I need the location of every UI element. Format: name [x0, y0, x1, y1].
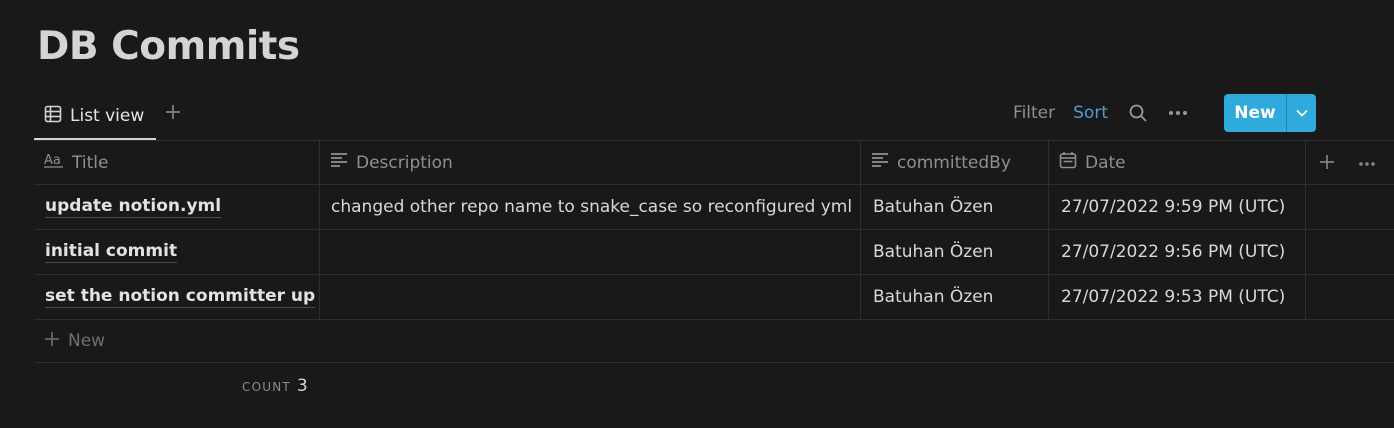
column-header-description[interactable]: Description [320, 141, 861, 184]
table-header: Aa Title Description committedBy Date [34, 140, 1394, 185]
cell-committedby[interactable]: Batuhan Özen [861, 230, 1049, 274]
cell-title[interactable]: set the notion committer up [34, 275, 320, 319]
more-options-icon[interactable] [1166, 101, 1190, 125]
add-row-button[interactable]: New [34, 320, 1394, 363]
more-options-icon[interactable] [1358, 141, 1376, 186]
table-icon [44, 105, 62, 128]
text-lines-icon [871, 152, 889, 173]
column-label: Title [72, 152, 109, 173]
cell-title[interactable]: initial commit [34, 230, 320, 274]
cell-description[interactable]: changed other repo name to snake_case so… [320, 185, 861, 229]
sort-button[interactable]: Sort [1073, 103, 1108, 123]
page-title: DB Commits [37, 24, 300, 69]
cell-committedby[interactable]: Batuhan Özen [861, 275, 1049, 319]
view-tab-bar: List view Filter Sort New [34, 94, 1394, 140]
table-row[interactable]: set the notion committer up Batuhan Özen… [34, 275, 1394, 320]
title-text: set the notion committer up [45, 286, 316, 308]
calendar-icon [1059, 151, 1077, 174]
count-value: 3 [296, 376, 308, 396]
cell-empty [1306, 230, 1394, 274]
plus-icon [44, 331, 60, 352]
cell-date[interactable]: 27/07/2022 9:53 PM (UTC) [1049, 275, 1306, 319]
column-header-date[interactable]: Date [1049, 141, 1306, 184]
svg-text:Aa: Aa [44, 153, 61, 168]
row-count[interactable]: COUNT 3 [242, 376, 308, 396]
add-property-button[interactable] [1319, 141, 1335, 186]
text-lines-icon [330, 152, 348, 173]
add-view-button[interactable] [162, 100, 184, 126]
tab-list-view[interactable]: List view [34, 94, 156, 140]
cell-date[interactable]: 27/07/2022 9:59 PM (UTC) [1049, 185, 1306, 229]
count-label: COUNT [242, 380, 291, 394]
cell-date[interactable]: 27/07/2022 9:56 PM (UTC) [1049, 230, 1306, 274]
title-text: initial commit [45, 241, 178, 263]
column-label: Date [1085, 152, 1126, 173]
cell-committedby[interactable]: Batuhan Özen [861, 185, 1049, 229]
database-table: Aa Title Description committedBy Date up… [34, 140, 1394, 363]
new-button[interactable]: New [1224, 94, 1316, 132]
tab-label: List view [70, 106, 145, 126]
cell-empty [1306, 185, 1394, 229]
column-label: Description [356, 152, 453, 173]
chevron-down-icon[interactable] [1286, 94, 1316, 132]
column-header-title[interactable]: Aa Title [34, 141, 320, 184]
cell-empty [1306, 275, 1394, 319]
title-text: update notion.yml [45, 196, 222, 218]
column-label: committedBy [897, 152, 1011, 173]
search-icon[interactable] [1126, 101, 1150, 125]
new-button-label: New [1234, 103, 1276, 123]
title-aa-icon: Aa [44, 152, 64, 173]
cell-description[interactable] [320, 230, 861, 274]
table-row[interactable]: update notion.yml changed other repo nam… [34, 185, 1394, 230]
column-header-committedby[interactable]: committedBy [861, 141, 1049, 184]
toolbar: Filter Sort [1013, 94, 1206, 132]
filter-button[interactable]: Filter [1013, 103, 1055, 123]
add-row-label: New [68, 331, 106, 351]
table-row[interactable]: initial commit Batuhan Özen 27/07/2022 9… [34, 230, 1394, 275]
plus-icon [164, 99, 182, 127]
cell-description[interactable] [320, 275, 861, 319]
cell-title[interactable]: update notion.yml [34, 185, 320, 229]
plus-icon [1319, 154, 1335, 174]
